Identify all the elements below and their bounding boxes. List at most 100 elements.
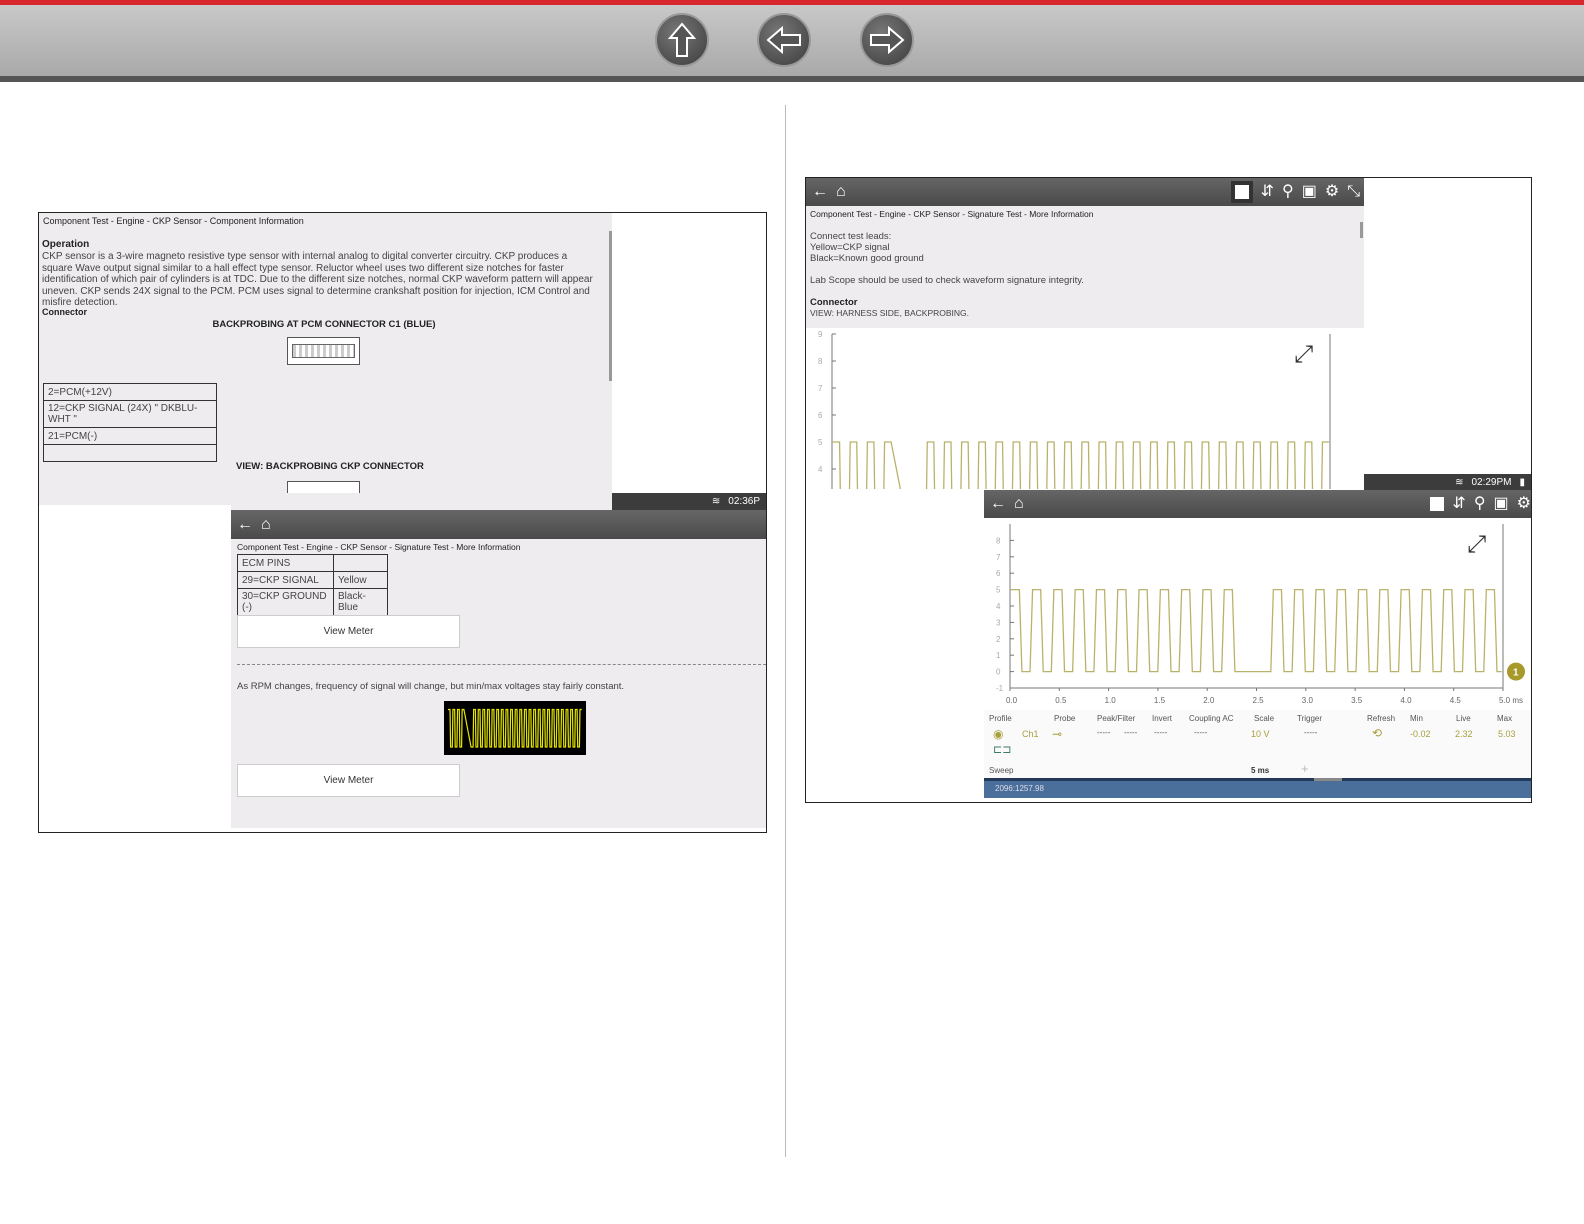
- x-tick-label: 5.0 ms: [1499, 696, 1523, 705]
- home-icon[interactable]: ⌂: [261, 516, 271, 533]
- leads-heading: Connect test leads:: [810, 231, 892, 242]
- back-arrow-icon[interactable]: ←: [812, 184, 828, 200]
- signature-test-screen: ≋ 02:36P ← ⌂ Component Test - Engine - CKP…: [231, 493, 766, 828]
- profile-label: Profile: [989, 714, 1012, 723]
- table-cell: 29=CKP SIGNAL: [237, 571, 334, 589]
- waveform-trace: [832, 441, 1329, 489]
- channel-controls: Profile ◉ Ch1 ⊏⊐ Probe ⊸ Peak/Filter ---…: [984, 710, 1531, 780]
- scrollbar[interactable]: [609, 231, 612, 381]
- scope-chart-b: 0.0 0.5 1.0 1.5 2.0 2.5 3.0 3.5 4.0 4.5 5.0 ms -1 0 1…: [996, 524, 1525, 705]
- lead-yellow: Yellow=CKP signal: [810, 242, 890, 253]
- y-tick-label: 5: [996, 586, 1001, 595]
- cursor-icon[interactable]: ⇵: [1452, 496, 1465, 512]
- y-tick-label: 3: [996, 618, 1001, 627]
- pcm-connector-image: [287, 337, 360, 365]
- rpm-note: As RPM changes, frequency of signal will…: [237, 681, 625, 692]
- zoom-icon[interactable]: ⚲: [1474, 496, 1486, 512]
- eye-icon[interactable]: ◉: [993, 727, 1003, 741]
- x-tick-label: 0.5: [1055, 696, 1067, 705]
- y-tick-label: 7: [818, 384, 823, 393]
- scrollbar[interactable]: [1360, 222, 1363, 238]
- separator: [237, 664, 766, 665]
- status-bar: ≋ 02:36P: [612, 493, 766, 510]
- table-cell: Black-Blue: [333, 588, 388, 616]
- home-icon[interactable]: ⌂: [1014, 496, 1024, 512]
- waveform-trace: [1010, 588, 1502, 673]
- back-arrow-icon[interactable]: ←: [237, 516, 253, 533]
- cursor-icon[interactable]: ⇵: [1261, 184, 1274, 200]
- pin-cell: 12=CKP SIGNAL (24X) " DKBLU-WHT ": [43, 400, 217, 428]
- filter-value[interactable]: -----: [1124, 728, 1137, 737]
- save-icon[interactable]: ▣: [1494, 496, 1509, 512]
- breadcrumb: Component Test - Engine - CKP Sensor - S…: [237, 542, 521, 552]
- view-meter-button[interactable]: View Meter: [237, 764, 460, 797]
- channel-label[interactable]: Ch1: [1022, 729, 1039, 739]
- wifi-icon: ≋: [1455, 476, 1464, 488]
- min-label: Min: [1410, 714, 1423, 723]
- coupling-label: Coupling AC: [1189, 714, 1234, 723]
- toolbar: ← ⌂ ⇵ ⚲ ▣ ⚙ ⤡: [806, 178, 1364, 206]
- trigger-value[interactable]: -----: [1304, 728, 1317, 737]
- status-bar: ≋ 02:29PM ▮: [1364, 474, 1531, 490]
- y-tick-label: 4: [996, 602, 1001, 611]
- table-cell: [333, 554, 388, 572]
- scroll-handle[interactable]: [1314, 778, 1342, 781]
- home-icon[interactable]: ⌂: [836, 184, 846, 200]
- sweep-label: Sweep: [989, 766, 1014, 775]
- forward-button[interactable]: [860, 13, 914, 67]
- probe-label: Probe: [1054, 714, 1076, 723]
- ecm-pin-table: ECM PINS 29=CKP SIGNAL Yellow 30=CKP GROU…: [237, 554, 388, 616]
- component-info-screen: Component Test - Engine - CKP Sensor - C…: [39, 213, 612, 505]
- up-button[interactable]: [655, 13, 709, 67]
- toolbar: ← ⌂ ⇵ ⚲ ▣ ⚙: [984, 490, 1531, 518]
- table-cell: 30=CKP GROUND (-): [237, 588, 334, 616]
- view-title: VIEW: BACKPROBING CKP CONNECTOR: [236, 461, 424, 472]
- scale-label: Scale: [1254, 714, 1275, 723]
- y-tick-label: 7: [996, 553, 1001, 562]
- x-tick-label: 1.0: [1105, 696, 1117, 705]
- zoom-icon[interactable]: ⚲: [1282, 184, 1294, 200]
- refresh-icon[interactable]: ⟲: [1372, 726, 1382, 740]
- connector-heading: Connector: [42, 307, 87, 317]
- stop-button[interactable]: [1430, 497, 1445, 511]
- pin-cell: 21=PCM(-): [43, 427, 217, 445]
- scope-screen-b: ← ⌂ ⇵ ⚲ ▣ ⚙ 0.0 0.5 1.0 1.5 2.0 2.5 3.0 3.5 4.0 4.5 5.…: [984, 490, 1531, 798]
- y-tick-label: 9: [818, 330, 823, 339]
- coupling-value[interactable]: -----: [1194, 728, 1207, 737]
- back-button[interactable]: [757, 13, 811, 67]
- refresh-label: Refresh: [1367, 714, 1396, 723]
- min-value: -0.02: [1410, 729, 1431, 739]
- x-tick-label: 3.0: [1302, 696, 1314, 705]
- sweep-value[interactable]: 5 ms: [1251, 766, 1269, 775]
- probe-icon[interactable]: ⊸: [1052, 727, 1062, 741]
- pin-cell: [43, 444, 217, 462]
- max-label: Max: [1497, 714, 1513, 723]
- expand-icon: ⤢: [1467, 531, 1486, 558]
- scope-chart-a: 0.01.02.03.04.05.06.07.08.09.010.0 ms-10…: [818, 330, 1331, 489]
- peak-filter-label: Peak/Filter: [1097, 714, 1136, 723]
- stop-button[interactable]: [1230, 181, 1253, 203]
- connector-heading: Connector: [810, 297, 858, 308]
- add-icon[interactable]: +: [1301, 761, 1309, 776]
- invert-label: Invert: [1152, 714, 1173, 723]
- lead-black: Black=Known good ground: [810, 253, 924, 264]
- gear-icon[interactable]: ⚙: [1325, 184, 1339, 200]
- toolbar: ← ⌂: [231, 510, 766, 539]
- live-label: Live: [1456, 714, 1471, 723]
- gear-icon[interactable]: ⚙: [1517, 496, 1531, 512]
- save-icon[interactable]: ▣: [1302, 184, 1317, 200]
- view-meter-button[interactable]: View Meter: [237, 615, 460, 648]
- back-arrow-icon[interactable]: ←: [990, 496, 1006, 512]
- wifi-icon: ≋: [711, 496, 721, 507]
- y-tick-label: 6: [818, 411, 823, 420]
- bracket-icon[interactable]: ⊏⊐: [993, 743, 1011, 756]
- collapse-icon[interactable]: ⤡: [1347, 184, 1360, 200]
- breadcrumb: Component Test - Engine - CKP Sensor - S…: [810, 209, 1094, 219]
- left-arrow-icon: [766, 25, 801, 55]
- peak-value[interactable]: -----: [1097, 728, 1110, 737]
- operation-heading: Operation: [42, 239, 90, 250]
- scale-value[interactable]: 10 V: [1251, 729, 1270, 739]
- invert-value[interactable]: -----: [1154, 728, 1167, 737]
- footer-bar: 2096:1257.98: [984, 778, 1531, 798]
- max-value: 5.03: [1498, 729, 1516, 739]
